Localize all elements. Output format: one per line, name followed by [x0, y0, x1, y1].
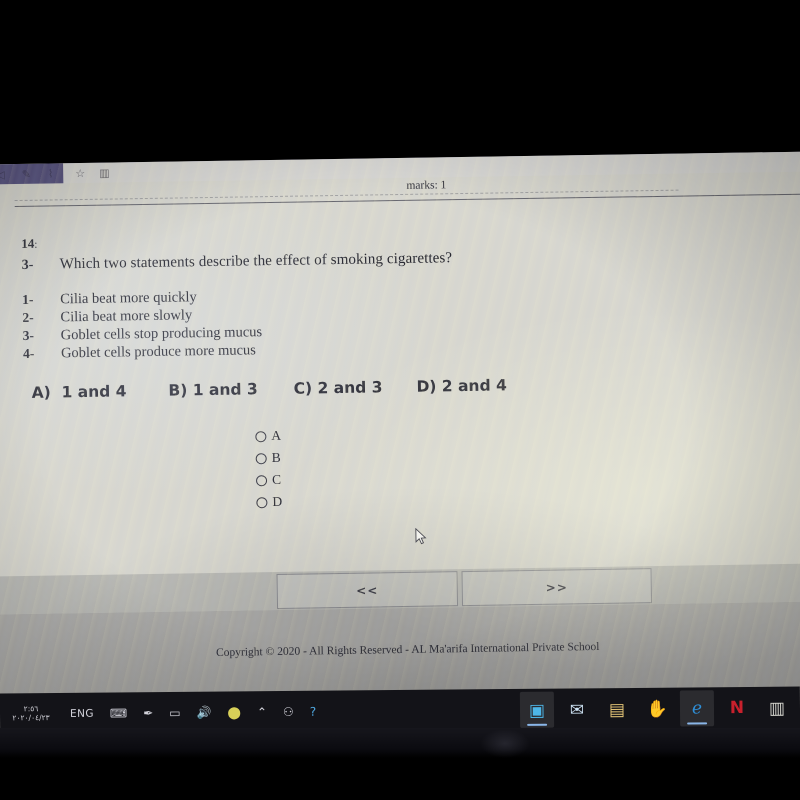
- next-question-button[interactable]: >>: [461, 568, 653, 607]
- marks-label: marks: 1: [406, 179, 447, 192]
- statement-list: 1- Cilia beat more quickly 2- Cilia beat…: [22, 288, 262, 364]
- exam-page: marks: 1 14: 3- Which two statements des…: [0, 171, 800, 745]
- netflix-icon: N: [729, 697, 745, 718]
- store-icon: ▥: [768, 698, 786, 718]
- statement-text: Goblet cells stop producing mucus: [60, 324, 263, 344]
- taskbar-app-camera[interactable]: ▣: [519, 691, 555, 728]
- screen-bezel-bottom: [0, 728, 800, 758]
- keyboard-icon[interactable]: ⌨: [110, 706, 127, 720]
- pen-icon[interactable]: ✒: [143, 706, 153, 720]
- mail-icon: ✉: [569, 699, 585, 720]
- question-number: 14:: [21, 236, 37, 252]
- clock-date: ٢٠٢٠/٠٤/٢٣: [12, 713, 50, 723]
- back-arrow-icon[interactable]: ◁: [0, 169, 5, 181]
- taskbar-app-buttons: ▣ ✉ ▤ ✋ e N ▥: [519, 687, 794, 731]
- people-icon[interactable]: ⚇: [283, 705, 294, 719]
- question-text: Which two statements describe the effect…: [59, 250, 453, 273]
- dashed-divider: [14, 189, 679, 202]
- question-marker: 3-: [21, 257, 34, 273]
- answer-radio-group[interactable]: A B C D: [255, 425, 282, 513]
- help-icon[interactable]: ?: [310, 705, 316, 719]
- question-line: 3- Which two statements describe the eff…: [22, 250, 453, 274]
- taskbar-clock[interactable]: ٢:٥٦ ٢٠٢٠/٠٤/٢٣: [8, 705, 54, 723]
- solid-divider: [14, 193, 800, 208]
- language-indicator[interactable]: ENG: [70, 707, 94, 719]
- taskbar-app-file-explorer[interactable]: ▤: [600, 691, 634, 727]
- navigation-buttons: << >>: [276, 568, 653, 609]
- show-hidden-icons-caret[interactable]: ⌃: [257, 705, 267, 719]
- statement-item: 4- Goblet cells produce more mucus: [23, 342, 263, 364]
- folder-icon: ▤: [608, 699, 626, 719]
- edge-browser-icon: e: [691, 697, 703, 718]
- question-number-colon: :: [34, 238, 38, 251]
- radio-button-icon[interactable]: [255, 474, 268, 486]
- previous-question-button[interactable]: <<: [276, 571, 459, 609]
- choice-a: A) 1 and 4: [31, 382, 127, 402]
- choice-b: B) 1 and 3: [168, 380, 258, 400]
- statement-marker: 3-: [22, 327, 35, 343]
- radio-button-icon[interactable]: [255, 452, 267, 464]
- statement-text: Cilia beat more slowly: [60, 307, 193, 326]
- radio-label: C: [271, 471, 282, 488]
- taskbar-app-edge[interactable]: e: [679, 690, 715, 727]
- radio-option-a[interactable]: A: [255, 425, 281, 447]
- radio-label: D: [272, 493, 283, 510]
- radio-label: B: [271, 449, 281, 466]
- laptop-screen: ◁ ✎ ⌇ ☆ ▥ marks: 1 14: 3- Which two stat…: [0, 151, 800, 745]
- radio-button-icon[interactable]: [255, 430, 267, 442]
- statement-text: Cilia beat more quickly: [60, 289, 197, 308]
- choice-c: C) 2 and 3: [293, 378, 383, 398]
- taskbar-app-sticky-notes[interactable]: ✋: [640, 691, 674, 727]
- radio-option-d[interactable]: D: [256, 491, 282, 513]
- statement-marker: 2-: [22, 309, 34, 325]
- update-icon[interactable]: ⬤: [227, 705, 241, 719]
- radio-option-c[interactable]: C: [255, 469, 282, 491]
- taskbar-app-store[interactable]: ▥: [760, 690, 794, 726]
- radio-button-icon[interactable]: [256, 496, 268, 508]
- hand-icon: ✋: [646, 699, 668, 719]
- choice-d: D) 2 and 4: [416, 376, 507, 396]
- statement-marker: 1-: [22, 291, 34, 307]
- taskbar-app-mail[interactable]: ✉: [560, 691, 594, 727]
- screenshot-root: ◁ ✎ ⌇ ☆ ▥ marks: 1 14: 3- Which two stat…: [0, 0, 800, 800]
- pen-icon[interactable]: ✎: [22, 168, 31, 180]
- reading-list-icon[interactable]: ▥: [99, 167, 110, 179]
- highlighter-icon[interactable]: ⌇: [48, 168, 54, 180]
- touchpad-icon[interactable]: ▭: [169, 706, 180, 720]
- statement-text: Goblet cells produce more mucus: [60, 342, 257, 362]
- volume-icon[interactable]: 🔊: [197, 706, 212, 720]
- mouse-cursor-icon: [415, 527, 427, 545]
- statement-marker: 4-: [22, 345, 35, 361]
- taskbar-app-netflix[interactable]: N: [720, 690, 754, 726]
- radio-label: A: [271, 427, 282, 444]
- choice-row: A) 1 and 4 B) 1 and 3 C) 2 and 3 D) 2 an…: [32, 376, 507, 401]
- camera-icon: ▣: [528, 700, 546, 720]
- favorites-star-icon[interactable]: ☆: [75, 167, 85, 179]
- radio-option-b[interactable]: B: [255, 447, 282, 469]
- question-number-value: 14: [21, 235, 35, 251]
